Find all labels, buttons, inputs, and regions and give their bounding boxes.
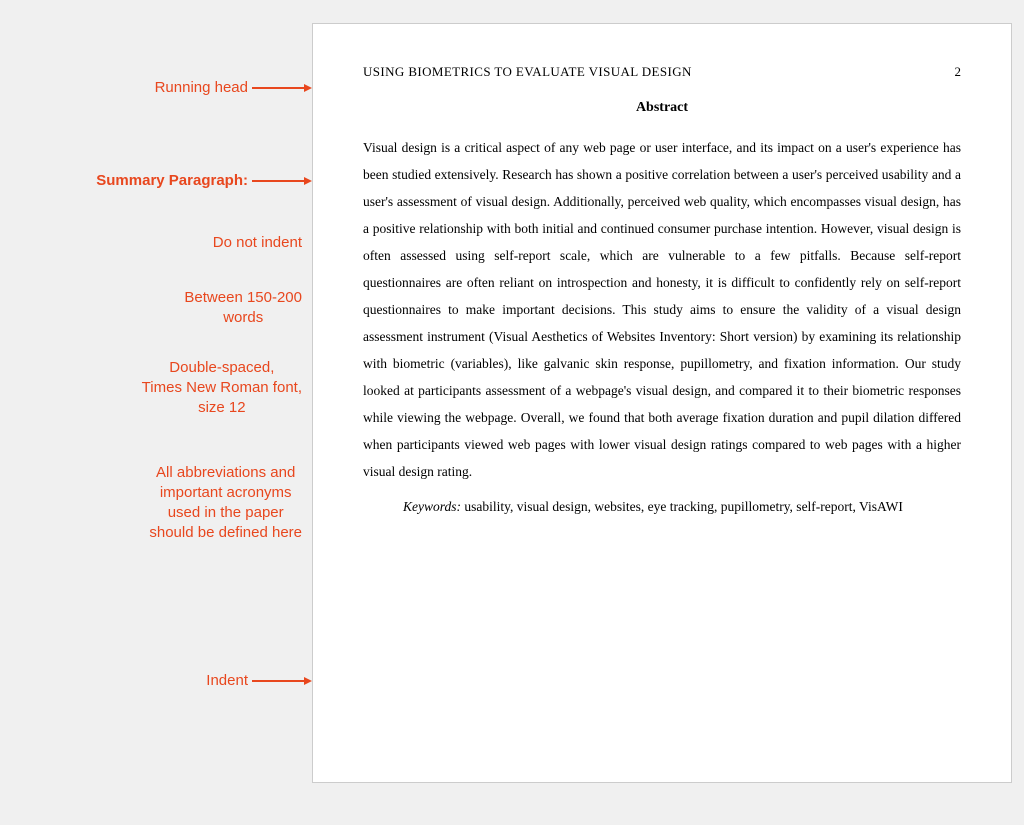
summary-paragraph-label: Summary Paragraph: xyxy=(96,171,248,191)
indent-arrow xyxy=(252,674,312,688)
running-head-label: Running head xyxy=(155,78,248,98)
running-head-annotation: Running head xyxy=(155,78,312,98)
between-words-annotation: Between 150-200 words xyxy=(184,288,302,329)
between-words-label: Between 150-200 words xyxy=(184,288,302,329)
running-head-arrow xyxy=(252,81,312,95)
abbreviations-annotation: All abbreviations and important acronyms… xyxy=(149,463,302,544)
paper: USING BIOMETRICS TO EVALUATE VISUAL DESI… xyxy=(312,23,1012,783)
double-spaced-label: Double-spaced, Times New Roman font, siz… xyxy=(142,358,302,419)
indent-annotation: Indent xyxy=(206,671,312,691)
abstract-title: Abstract xyxy=(363,100,961,116)
keywords-text: usability, visual design, websites, eye … xyxy=(461,499,903,514)
running-head-text: USING BIOMETRICS TO EVALUATE VISUAL DESI… xyxy=(363,64,692,80)
page-number: 2 xyxy=(955,64,962,80)
keywords-line: Keywords: usability, visual design, webs… xyxy=(363,495,961,519)
annotation-panel: Running head Summary Paragraph: Do not i… xyxy=(12,23,312,803)
keywords-label: Keywords: xyxy=(403,499,461,514)
do-not-indent-annotation: Do not indent xyxy=(213,233,302,253)
abbreviations-label: All abbreviations and important acronyms… xyxy=(149,463,302,544)
double-spaced-annotation: Double-spaced, Times New Roman font, siz… xyxy=(142,358,302,419)
abstract-body: Visual design is a critical aspect of an… xyxy=(363,134,961,485)
indent-label: Indent xyxy=(206,671,248,691)
outer-container: Running head Summary Paragraph: Do not i… xyxy=(12,23,1012,803)
paper-header: USING BIOMETRICS TO EVALUATE VISUAL DESI… xyxy=(363,64,961,80)
summary-paragraph-annotation: Summary Paragraph: xyxy=(96,171,312,191)
summary-paragraph-arrow xyxy=(252,174,312,188)
do-not-indent-label: Do not indent xyxy=(213,233,302,253)
